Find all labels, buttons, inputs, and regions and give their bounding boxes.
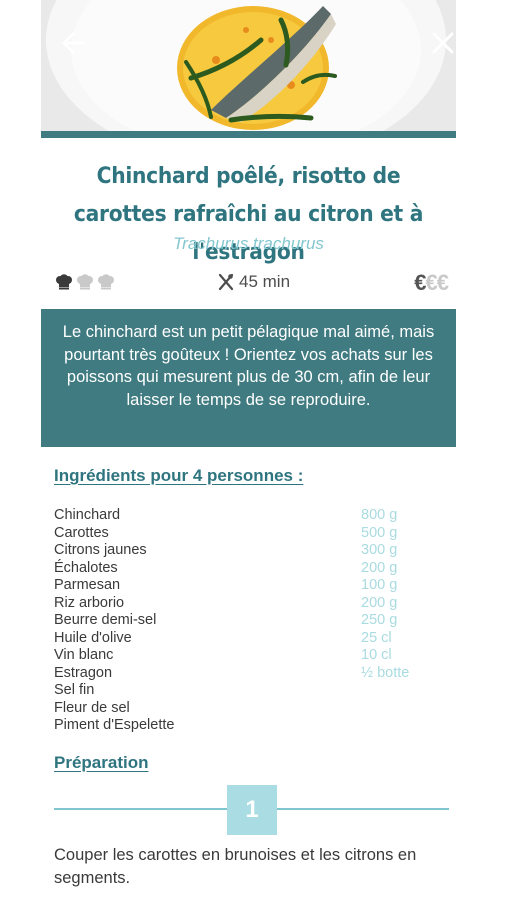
- ingredient-name: Huile d'olive: [54, 629, 132, 646]
- close-icon: [432, 32, 454, 54]
- ingredient-row: Riz arborio 200 g: [54, 595, 444, 613]
- ingredient-row: Citrons jaunes 300 g: [54, 542, 444, 560]
- ingredient-row: Carottes 500 g: [54, 525, 444, 543]
- intro-text: Le chinchard est un petit pélagique mal …: [41, 309, 456, 447]
- recipe-meta: 45 min €€€: [41, 268, 456, 298]
- arrow-left-icon: [62, 32, 85, 54]
- ingredient-quantity: 250 g: [361, 612, 398, 628]
- step-number: 1: [227, 785, 277, 835]
- ingredient-row: Fleur de sel: [54, 700, 444, 718]
- ingredient-quantity: 25 cl: [361, 629, 392, 646]
- photo-divider: [41, 131, 456, 138]
- ingredient-row: Vin blanc 10 cl: [54, 647, 444, 665]
- ingredient-quantity: ½ botte: [361, 664, 410, 681]
- ingredient-name: Sel fin: [54, 682, 95, 698]
- ingredient-name: Échalotes: [54, 559, 118, 576]
- difficulty-rating: [55, 274, 115, 290]
- ingredient-quantity: 200 g: [361, 594, 398, 611]
- chef-hat-icon: [77, 274, 93, 290]
- ingredient-row: Chinchard 800 g: [54, 507, 444, 525]
- close-button[interactable]: [426, 26, 456, 60]
- ingredient-name: Chinchard: [54, 507, 121, 523]
- step-text: Couper les carottes en brunoises et les …: [54, 846, 417, 887]
- preparation-heading: Préparation: [54, 753, 149, 772]
- euro-icon: €: [425, 270, 438, 295]
- ingredient-name: Piment d'Espelette: [54, 717, 175, 733]
- ingredient-row: Sel fin: [54, 682, 444, 700]
- chef-hat-icon: [56, 274, 72, 290]
- duration: 45 min: [217, 272, 290, 292]
- recipe-page: Chinchard poêlé, risotto de carottes raf…: [41, 0, 456, 900]
- euro-icon: €: [414, 270, 426, 295]
- ingredient-name: Vin blanc: [54, 647, 114, 663]
- euro-icon: €: [436, 270, 449, 295]
- price-rating: €€€: [414, 270, 449, 296]
- ingredient-name: Carottes: [54, 524, 109, 541]
- recipe-photo: [41, 0, 456, 131]
- ingredient-name: Fleur de sel: [54, 699, 130, 716]
- utensils-icon: [218, 273, 234, 291]
- ingredient-row: Parmesan 100 g: [54, 577, 444, 595]
- back-button[interactable]: [57, 26, 91, 60]
- ingredient-quantity: 300 g: [361, 542, 398, 558]
- ingredient-name: Beurre demi-sel: [54, 612, 157, 628]
- ingredient-row: Huile d'olive 25 cl: [54, 630, 444, 648]
- ingredient-name: Citrons jaunes: [54, 542, 147, 558]
- ingredient-quantity: 10 cl: [361, 647, 392, 663]
- latin-name: Trachurus trachurus: [173, 234, 324, 253]
- ingredients-heading: Ingrédients pour 4 personnes :: [54, 466, 304, 485]
- ingredient-quantity: 200 g: [361, 559, 398, 576]
- ingredient-row: Piment d'Espelette: [54, 717, 444, 735]
- recipe-title: Chinchard poêlé, risotto de carottes raf…: [73, 164, 424, 265]
- ingredient-quantity: 100 g: [361, 577, 398, 593]
- ingredients-list: Chinchard 800 g Carottes 500 g Citrons jaune…: [54, 507, 444, 735]
- ingredient-name: Riz arborio: [54, 594, 125, 611]
- ingredient-quantity: 500 g: [361, 524, 398, 541]
- duration-label: 45 min: [239, 272, 291, 291]
- chef-hat-icon: [98, 274, 114, 290]
- ingredient-row: Beurre demi-sel 250 g: [54, 612, 444, 630]
- ingredient-row: Estragon ½ botte: [54, 665, 444, 683]
- ingredient-quantity: 800 g: [361, 507, 398, 523]
- ingredient-row: Échalotes 200 g: [54, 560, 444, 578]
- ingredient-name: Parmesan: [54, 577, 121, 593]
- ingredient-name: Estragon: [54, 664, 113, 681]
